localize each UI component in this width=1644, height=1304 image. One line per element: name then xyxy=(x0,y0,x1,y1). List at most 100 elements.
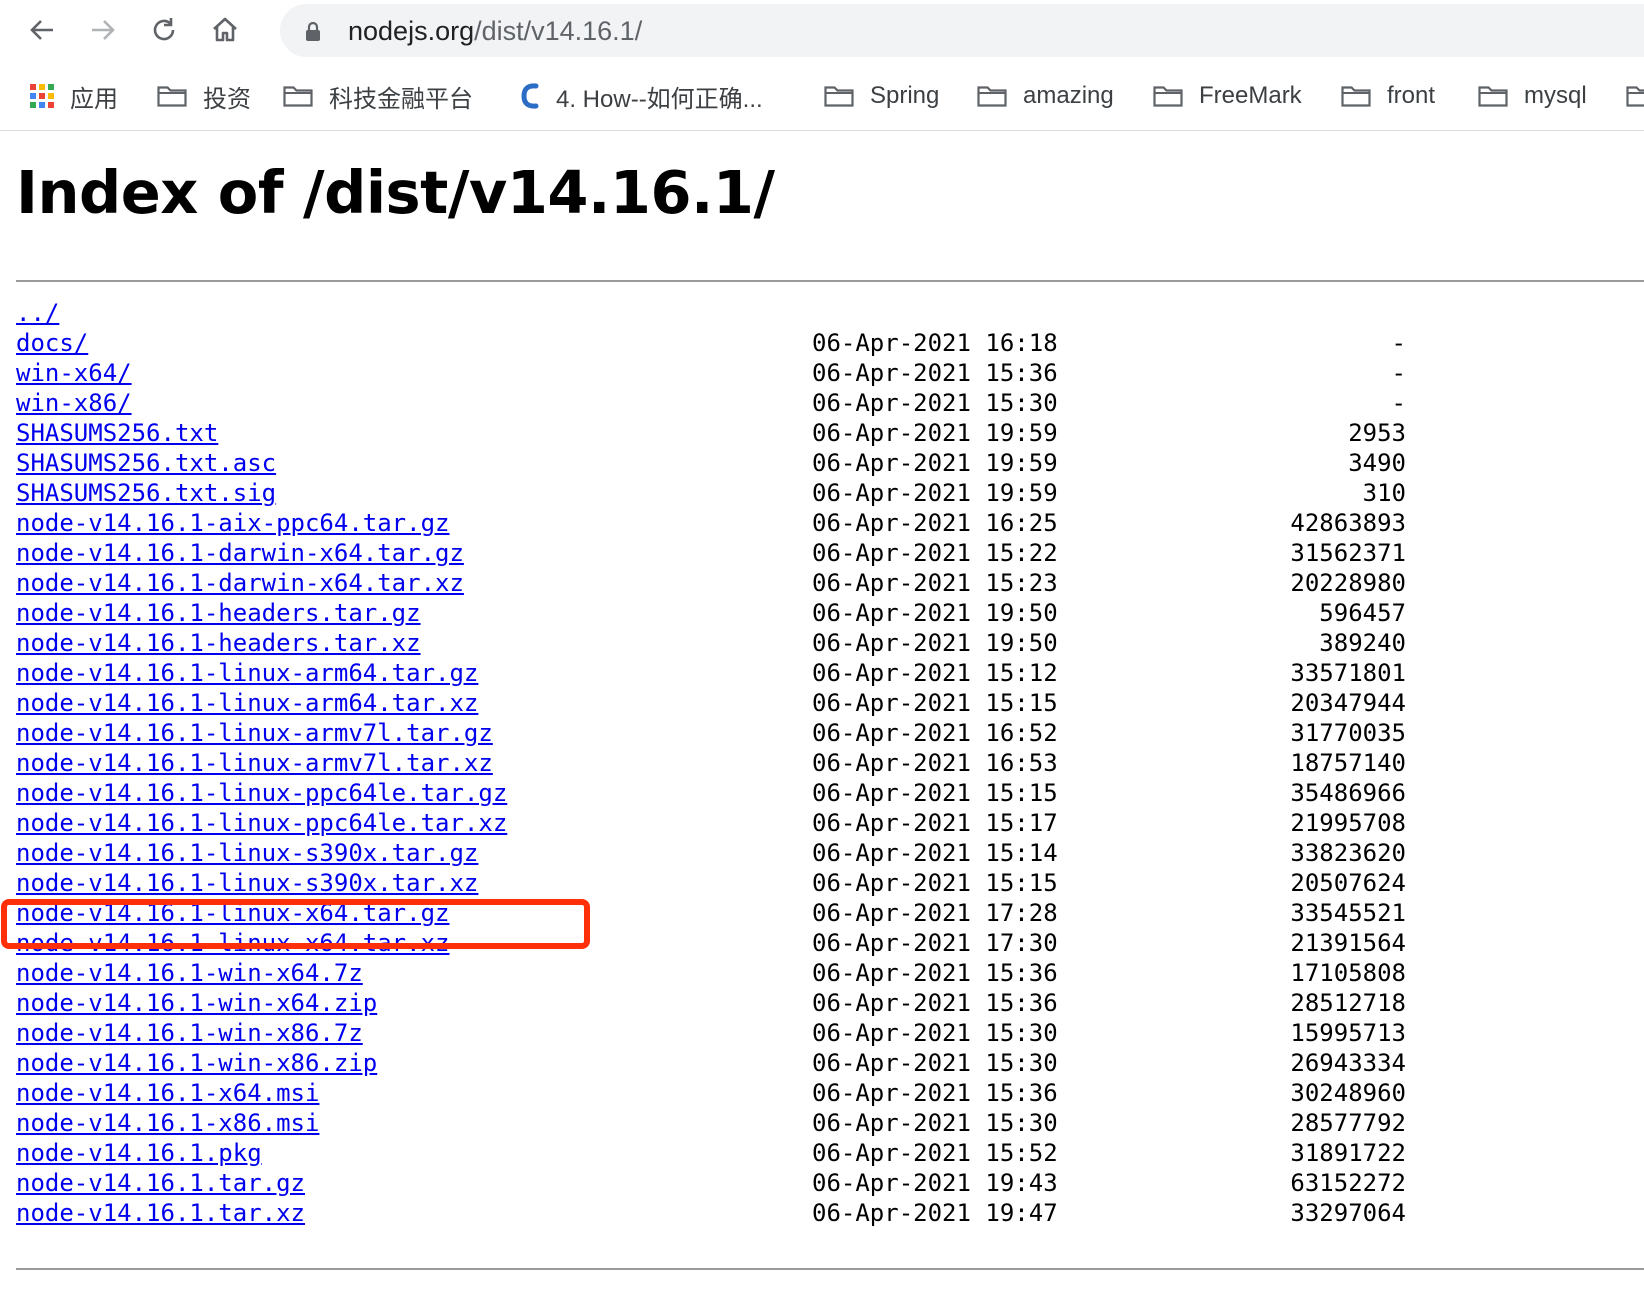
bookmark-label: Spring xyxy=(870,82,940,109)
file-link[interactable]: ../ xyxy=(16,298,59,328)
bookmark-folder-mysql[interactable]: mysql xyxy=(1478,78,1587,114)
file-link[interactable]: node-v14.16.1.tar.xz xyxy=(16,1198,305,1228)
file-link[interactable]: node-v14.16.1-linux-arm64.tar.xz xyxy=(16,688,478,718)
file-size: 28577792 xyxy=(1290,1109,1406,1137)
file-date: 06-Apr-2021 19:59 xyxy=(812,479,1058,507)
file-link[interactable]: win-x86/ xyxy=(16,388,132,418)
bookmark-folder-spring[interactable]: Spring xyxy=(824,78,939,114)
bookmark-favicon-icon xyxy=(521,83,539,109)
bookmark-folder-front[interactable]: front xyxy=(1341,78,1435,114)
file-link[interactable]: node-v14.16.1-win-x86.7z xyxy=(16,1018,363,1048)
reload-icon xyxy=(153,18,175,41)
bookmark-folder-fintech[interactable]: 科技金融平台 xyxy=(283,78,473,114)
forward-arrow-icon xyxy=(92,20,115,40)
file-size: 33297064 xyxy=(1290,1199,1406,1227)
reload-button[interactable] xyxy=(142,8,186,52)
file-date: 06-Apr-2021 16:18 xyxy=(812,329,1058,357)
file-link[interactable]: win-x64/ xyxy=(16,358,132,388)
file-size: 42863893 xyxy=(1290,509,1406,537)
file-link[interactable]: node-v14.16.1-x64.msi xyxy=(16,1078,319,1108)
file-date: 06-Apr-2021 16:52 xyxy=(812,719,1058,747)
bookmark-label: 4. How--如何正确... xyxy=(556,85,763,113)
file-link[interactable]: node-v14.16.1-darwin-x64.tar.xz xyxy=(16,568,464,598)
file-link[interactable]: node-v14.16.1-x86.msi xyxy=(16,1108,319,1138)
file-link[interactable]: node-v14.16.1-linux-s390x.tar.gz xyxy=(16,838,478,868)
address-bar[interactable]: nodejs.org/dist/v14.16.1/ xyxy=(280,4,1644,57)
file-size: 20347944 xyxy=(1290,689,1406,717)
file-link[interactable]: node-v14.16.1.pkg xyxy=(16,1138,262,1168)
listing-row: node-v14.16.1.pkg 06-Apr-2021 15:52 318917… xyxy=(16,1138,1416,1168)
file-date: 06-Apr-2021 15:30 xyxy=(812,1109,1058,1137)
file-link[interactable]: node-v14.16.1.tar.gz xyxy=(16,1168,305,1198)
file-listing: ../docs/06-Apr-2021 16:18 - win-x64/06-Apr… xyxy=(16,298,1416,1228)
file-link[interactable]: node-v14.16.1-linux-s390x.tar.xz xyxy=(16,868,478,898)
file-date: 06-Apr-2021 15:36 xyxy=(812,959,1058,987)
folder-icon xyxy=(1626,86,1644,107)
lock-icon xyxy=(306,22,320,41)
listing-row: node-v14.16.1-win-x86.zip 06-Apr-2021 15:… xyxy=(16,1048,1416,1078)
bookmark-how-to[interactable]: 4. How--如何正确... xyxy=(520,78,763,114)
file-link[interactable]: node-v14.16.1-aix-ppc64.tar.gz xyxy=(16,508,449,538)
bottom-divider xyxy=(16,1268,1644,1270)
file-size: 30248960 xyxy=(1290,1079,1406,1107)
file-date: 06-Apr-2021 15:36 xyxy=(812,989,1058,1017)
file-link[interactable]: SHASUMS256.txt.sig xyxy=(16,478,276,508)
file-size: 15995713 xyxy=(1290,1019,1406,1047)
file-link[interactable]: docs/ xyxy=(16,328,88,358)
listing-row: node-v14.16.1-x86.msi 06-Apr-2021 15:30 28… xyxy=(16,1108,1416,1138)
file-size: 21391564 xyxy=(1290,929,1406,957)
bookmark-folder-invest[interactable]: 投资 xyxy=(157,78,251,114)
file-size: 20507624 xyxy=(1290,869,1406,897)
file-size: - xyxy=(1391,389,1406,417)
bookmarks-bar: 应用 投资 科技金融平台 4. How--如何正确... Spring amaz… xyxy=(0,62,1644,131)
file-link[interactable]: node-v14.16.1-win-x64.zip xyxy=(16,988,377,1018)
file-size: 17105808 xyxy=(1290,959,1406,987)
listing-row: node-v14.16.1.tar.gz 06-Apr-2021 19:43 631… xyxy=(16,1168,1416,1198)
browser-toolbar: nodejs.org/dist/v14.16.1/ xyxy=(0,0,1644,60)
home-button[interactable] xyxy=(203,8,247,52)
file-date: 06-Apr-2021 17:30 xyxy=(812,929,1058,957)
file-date: 06-Apr-2021 15:14 xyxy=(812,839,1058,867)
file-link[interactable]: node-v14.16.1-linux-armv7l.tar.gz xyxy=(16,718,493,748)
listing-row: SHASUMS256.txt.asc 06-Apr-2021 19:59 3490 xyxy=(16,448,1416,478)
file-size: 31770035 xyxy=(1290,719,1406,747)
bookmark-folder-amazing[interactable]: amazing xyxy=(977,78,1114,114)
listing-row: node-v14.16.1-win-x86.7z 06-Apr-2021 15:3… xyxy=(16,1018,1416,1048)
file-date: 06-Apr-2021 15:30 xyxy=(812,1019,1058,1047)
file-link[interactable]: node-v14.16.1-win-x86.zip xyxy=(16,1048,377,1078)
file-link[interactable]: node-v14.16.1-linux-ppc64le.tar.xz xyxy=(16,808,507,838)
back-button[interactable] xyxy=(20,8,64,52)
bookmark-label: front xyxy=(1387,82,1436,109)
file-size: 28512718 xyxy=(1290,989,1406,1017)
listing-row: node-v14.16.1-darwin-x64.tar.gz 06-Apr-20… xyxy=(16,538,1416,568)
url-path: /dist/v14.16.1/ xyxy=(474,16,643,46)
bookmark-label: 投资 xyxy=(203,85,251,113)
highlight-box xyxy=(1,899,590,949)
folder-icon xyxy=(1153,86,1183,107)
file-link[interactable]: node-v14.16.1-linux-arm64.tar.gz xyxy=(16,658,478,688)
listing-row: node-v14.16.1-x64.msi 06-Apr-2021 15:36 30… xyxy=(16,1078,1416,1108)
file-size: 33545521 xyxy=(1290,899,1406,927)
file-date: 06-Apr-2021 15:23 xyxy=(812,569,1058,597)
url-text: nodejs.org/dist/v14.16.1/ xyxy=(348,16,642,47)
file-link[interactable]: SHASUMS256.txt xyxy=(16,418,218,448)
folder-icon xyxy=(157,86,187,107)
bookmark-folder-overflow[interactable] xyxy=(1626,78,1644,114)
file-link[interactable]: node-v14.16.1-headers.tar.gz xyxy=(16,598,421,628)
file-size: 26943334 xyxy=(1290,1049,1406,1077)
file-link[interactable]: node-v14.16.1-headers.tar.xz xyxy=(16,628,421,658)
bookmark-folder-freemark[interactable]: FreeMark xyxy=(1153,78,1302,114)
file-link[interactable]: node-v14.16.1-darwin-x64.tar.gz xyxy=(16,538,464,568)
listing-row: node-v14.16.1-linux-armv7l.tar.xz 06-Apr-… xyxy=(16,748,1416,778)
forward-button[interactable] xyxy=(81,8,125,52)
file-link[interactable]: node-v14.16.1-linux-armv7l.tar.xz xyxy=(16,748,493,778)
file-date: 06-Apr-2021 15:15 xyxy=(812,689,1058,717)
bookmark-apps[interactable]: 应用 xyxy=(30,78,118,114)
file-date: 06-Apr-2021 19:47 xyxy=(812,1199,1058,1227)
file-link[interactable]: SHASUMS256.txt.asc xyxy=(16,448,276,478)
file-link[interactable]: node-v14.16.1-linux-ppc64le.tar.gz xyxy=(16,778,507,808)
file-link[interactable]: node-v14.16.1-win-x64.7z xyxy=(16,958,363,988)
folder-icon xyxy=(977,86,1007,107)
file-size: 33823620 xyxy=(1290,839,1406,867)
file-date: 06-Apr-2021 15:22 xyxy=(812,539,1058,567)
